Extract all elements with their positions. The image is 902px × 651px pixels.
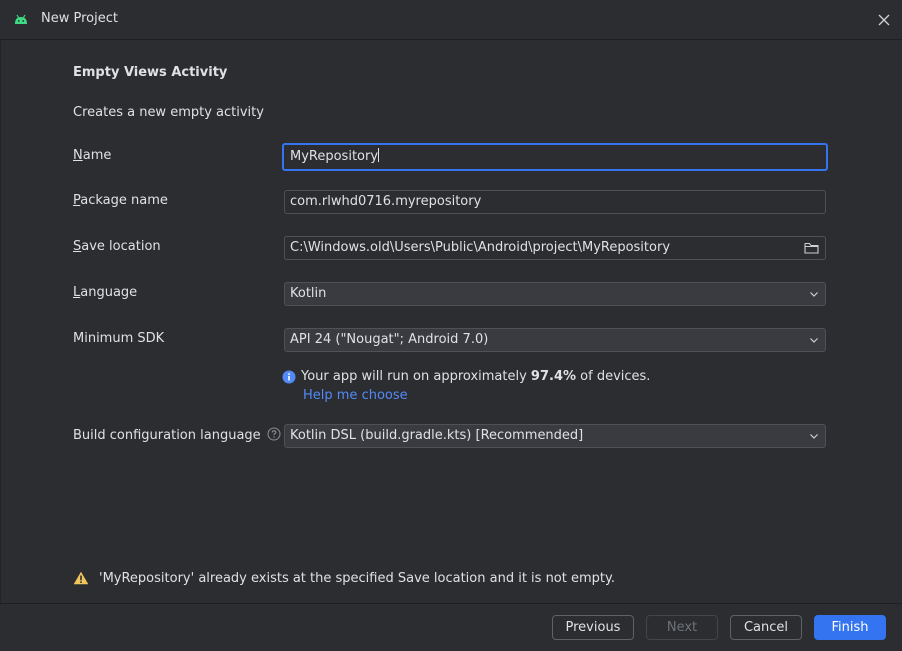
sdk-coverage-text: Your app will run on approximately 97.4%…	[301, 369, 650, 384]
language-value: Kotlin	[290, 286, 327, 301]
name-label-rest: ame	[82, 148, 112, 163]
finish-button[interactable]: Finish	[814, 615, 886, 640]
sdk-coverage-prefix: Your app will run on approximately	[301, 369, 531, 384]
build-config-value: Kotlin DSL (build.gradle.kts) [Recommend…	[290, 428, 584, 443]
left-edge	[0, 40, 1, 603]
package-name-field[interactable]: com.rlwhd0716.myrepository	[284, 190, 826, 214]
name-label-mnemonic: N	[73, 148, 83, 163]
build-config-dropdown[interactable]: Kotlin DSL (build.gradle.kts) [Recommend…	[284, 424, 826, 448]
warning-icon	[73, 571, 89, 585]
sdk-coverage-percent: 97.4%	[530, 369, 577, 384]
previous-button[interactable]: Previous	[552, 615, 634, 640]
build-config-label: Build configuration language	[73, 427, 281, 443]
text-caret	[378, 148, 380, 162]
name-field[interactable]: MyRepository	[282, 143, 828, 171]
chevron-down-icon	[810, 434, 818, 439]
template-heading: Empty Views Activity	[73, 65, 228, 80]
info-icon	[282, 370, 296, 384]
window-title: New Project	[41, 11, 118, 26]
name-value: MyRepository	[290, 149, 379, 164]
next-button[interactable]: Next	[646, 615, 718, 640]
package-name-value: com.rlwhd0716.myrepository	[290, 194, 482, 209]
new-project-dialog: New Project Empty Views Activity Creates…	[0, 0, 902, 651]
save-location-value: C:\Windows.old\Users\Public\Android\proj…	[290, 240, 671, 255]
save-location-label: Save location	[73, 239, 161, 254]
chevron-down-icon	[810, 338, 818, 343]
name-label: Name	[73, 148, 111, 163]
save-location-label-rest: ave location	[81, 239, 161, 254]
language-dropdown[interactable]: Kotlin	[284, 282, 826, 306]
footer-divider	[0, 603, 902, 604]
build-config-label-text: Build configuration language	[73, 428, 261, 443]
save-location-field[interactable]: C:\Windows.old\Users\Public\Android\proj…	[284, 236, 826, 260]
language-label-rest: anguage	[80, 285, 138, 300]
folder-icon[interactable]	[804, 241, 819, 255]
android-icon	[15, 14, 27, 24]
title-bar: New Project	[0, 0, 902, 40]
language-label: Language	[73, 285, 137, 300]
minimum-sdk-dropdown[interactable]: API 24 ("Nougat"; Android 7.0)	[284, 328, 826, 352]
question-icon[interactable]	[267, 427, 281, 441]
package-name-label-rest: ackage name	[80, 193, 168, 208]
chevron-down-icon	[810, 292, 818, 297]
close-icon[interactable]	[876, 12, 892, 28]
minimum-sdk-value: API 24 ("Nougat"; Android 7.0)	[290, 332, 489, 347]
warning-message: 'MyRepository' already exists at the spe…	[99, 571, 615, 586]
sdk-coverage-suffix: of devices.	[576, 369, 651, 384]
minimum-sdk-label: Minimum SDK	[73, 331, 165, 346]
package-name-label: Package name	[73, 193, 168, 208]
help-me-choose-link[interactable]: Help me choose	[303, 388, 408, 403]
cancel-button[interactable]: Cancel	[730, 615, 802, 640]
template-description: Creates a new empty activity	[73, 105, 264, 120]
